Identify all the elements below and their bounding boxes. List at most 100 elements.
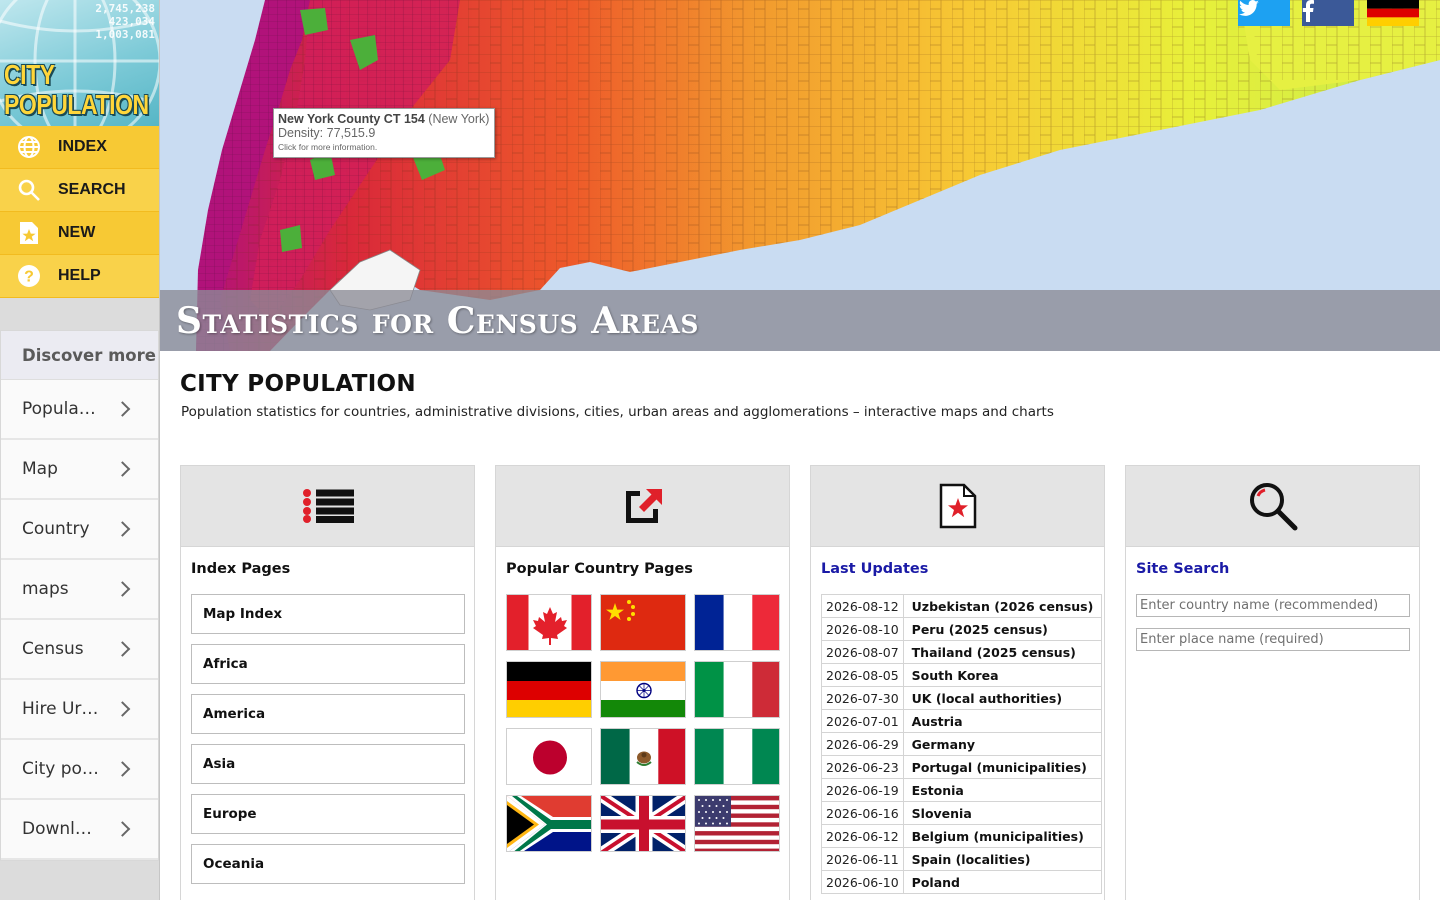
update-country[interactable]: Slovenia xyxy=(902,801,1103,825)
flag-mexico[interactable] xyxy=(600,728,686,785)
index-link-map-index[interactable]: Map Index xyxy=(191,594,465,634)
map-banner: Statistics for Census Areas xyxy=(160,290,1440,351)
flag-nigeria[interactable] xyxy=(694,728,780,785)
table-row[interactable]: 2026-06-10 Poland xyxy=(821,870,1103,894)
update-country[interactable]: Austria xyxy=(902,709,1103,733)
flag-china[interactable] xyxy=(600,594,686,651)
logo-stat: 423,034 xyxy=(108,15,155,28)
table-row[interactable]: 2026-07-30 UK (local authorities) xyxy=(821,686,1103,710)
flag-germany[interactable] xyxy=(506,661,592,718)
map-tooltip[interactable]: New York County CT 154 (New York) Densit… xyxy=(273,108,495,158)
discover-item-label: Census xyxy=(22,639,84,659)
table-row[interactable]: 2026-08-07 Thailand (2025 census) xyxy=(821,640,1103,664)
logo-text: CITY POPULATION xyxy=(4,60,149,120)
table-row[interactable]: 2026-06-19 Estonia xyxy=(821,778,1103,802)
discover-item-label: Map xyxy=(22,459,58,479)
discover-item-map[interactable]: Map xyxy=(1,440,158,500)
table-row[interactable]: 2026-08-12 Uzbekistan (2026 census) xyxy=(821,594,1103,618)
nav-item-index[interactable]: INDEX xyxy=(0,126,159,169)
country-flags-grid xyxy=(506,594,780,852)
search-icon xyxy=(1249,483,1297,531)
nav-item-label: SEARCH xyxy=(58,181,126,198)
index-link-oceania[interactable]: Oceania xyxy=(191,844,465,884)
tooltip-hint: Click for more information. xyxy=(278,142,378,152)
flag-canada[interactable] xyxy=(506,594,592,651)
twitter-button[interactable] xyxy=(1238,0,1290,26)
flag-japan[interactable] xyxy=(506,728,592,785)
country-search-input[interactable] xyxy=(1136,594,1410,617)
update-country[interactable]: Estonia xyxy=(902,778,1103,802)
discover-item-country[interactable]: Country xyxy=(1,500,158,560)
update-country[interactable]: Poland xyxy=(902,870,1103,894)
discover-item-population[interactable]: Population xyxy=(1,380,158,440)
update-country[interactable]: Uzbekistan (2026 census) xyxy=(902,594,1103,618)
update-country[interactable]: UK (local authorities) xyxy=(902,686,1103,710)
updates-table: 2026-08-12 Uzbekistan (2026 census) 2026-… xyxy=(821,594,1103,894)
logo-line-1: CITY xyxy=(4,59,55,90)
external-link-icon xyxy=(625,489,662,523)
table-row[interactable]: 2026-06-16 Slovenia xyxy=(821,801,1103,825)
update-country[interactable]: Germany xyxy=(902,732,1103,756)
discover-item-hire[interactable]: Hire Urban xyxy=(1,680,158,740)
update-date: 2026-06-19 xyxy=(821,778,904,802)
table-row[interactable]: 2026-06-23 Portugal (municipalities) xyxy=(821,755,1103,779)
popular-country-card: Popular Country Pages xyxy=(495,465,790,900)
update-country[interactable]: Thailand (2025 census) xyxy=(902,640,1103,664)
update-country[interactable]: South Korea xyxy=(902,663,1103,687)
flag-italy[interactable] xyxy=(694,661,780,718)
svg-text:?: ? xyxy=(24,269,34,286)
discover-item-download[interactable]: Download xyxy=(1,800,158,860)
german-flag-icon xyxy=(1367,0,1419,26)
discover-item-city-population[interactable]: City population xyxy=(1,740,158,800)
table-row[interactable]: 2026-08-05 South Korea xyxy=(821,663,1103,687)
site-search-card: Site Search xyxy=(1125,465,1420,900)
flag-united-states[interactable] xyxy=(694,795,780,852)
update-country[interactable]: Peru (2025 census) xyxy=(902,617,1103,641)
chevron-right-icon xyxy=(114,641,131,657)
update-date: 2026-06-23 xyxy=(821,755,904,779)
nav-item-new[interactable]: NEW xyxy=(0,212,159,255)
table-row[interactable]: 2026-08-10 Peru (2025 census) xyxy=(821,617,1103,641)
table-row[interactable]: 2026-07-01 Austria xyxy=(821,709,1103,733)
card-title: Site Search xyxy=(1136,561,1230,577)
table-row[interactable]: 2026-06-12 Belgium (municipalities) xyxy=(821,824,1103,848)
index-pages-card: Index Pages Map Index Africa America Asi… xyxy=(180,465,475,900)
language-german-button[interactable] xyxy=(1367,0,1419,26)
index-link-africa[interactable]: Africa xyxy=(191,644,465,684)
index-link-america[interactable]: America xyxy=(191,694,465,734)
discover-item-label: Download xyxy=(22,819,102,839)
nav-item-label: HELP xyxy=(58,267,101,284)
flag-united-kingdom[interactable] xyxy=(600,795,686,852)
nav-item-label: INDEX xyxy=(58,138,107,155)
chevron-right-icon xyxy=(114,821,131,837)
globe-icon xyxy=(0,135,58,159)
facebook-button[interactable] xyxy=(1302,0,1354,26)
discover-item-label: maps xyxy=(22,579,69,599)
census-map[interactable]: New York County CT 154 (New York) Densit… xyxy=(160,0,1440,351)
discover-item-maps[interactable]: maps xyxy=(1,560,158,620)
index-link-europe[interactable]: Europe xyxy=(191,794,465,834)
banner-title: Statistics for Census Areas xyxy=(176,300,699,342)
nav-item-search[interactable]: SEARCH xyxy=(0,169,159,212)
flag-france[interactable] xyxy=(694,594,780,651)
table-row[interactable]: 2026-06-29 Germany xyxy=(821,732,1103,756)
nav-item-help[interactable]: ? HELP xyxy=(0,255,159,298)
table-row[interactable]: 2026-06-11 Spain (localities) xyxy=(821,847,1103,871)
update-date: 2026-08-10 xyxy=(821,617,904,641)
update-country[interactable]: Portugal (municipalities) xyxy=(902,755,1103,779)
update-country[interactable]: Belgium (municipalities) xyxy=(902,824,1103,848)
list-icon xyxy=(302,489,354,523)
card-title: Index Pages xyxy=(191,561,291,577)
site-logo[interactable]: 2,745,238 423,034 1,003,081 CITY POPULAT… xyxy=(0,0,159,126)
discover-item-census[interactable]: Census xyxy=(1,620,158,680)
discover-item-label: Country xyxy=(22,519,90,539)
update-country[interactable]: Spain (localities) xyxy=(902,847,1103,871)
flag-india[interactable] xyxy=(600,661,686,718)
index-link-asia[interactable]: Asia xyxy=(191,744,465,784)
index-list: Map Index Africa America Asia Europe Oce… xyxy=(191,594,465,894)
logo-stat: 2,745,238 xyxy=(95,2,155,15)
tooltip-area-name: New York County CT 154 xyxy=(278,112,425,126)
flag-south-africa[interactable] xyxy=(506,795,592,852)
update-date: 2026-08-07 xyxy=(821,640,904,664)
place-search-input[interactable] xyxy=(1136,628,1410,651)
